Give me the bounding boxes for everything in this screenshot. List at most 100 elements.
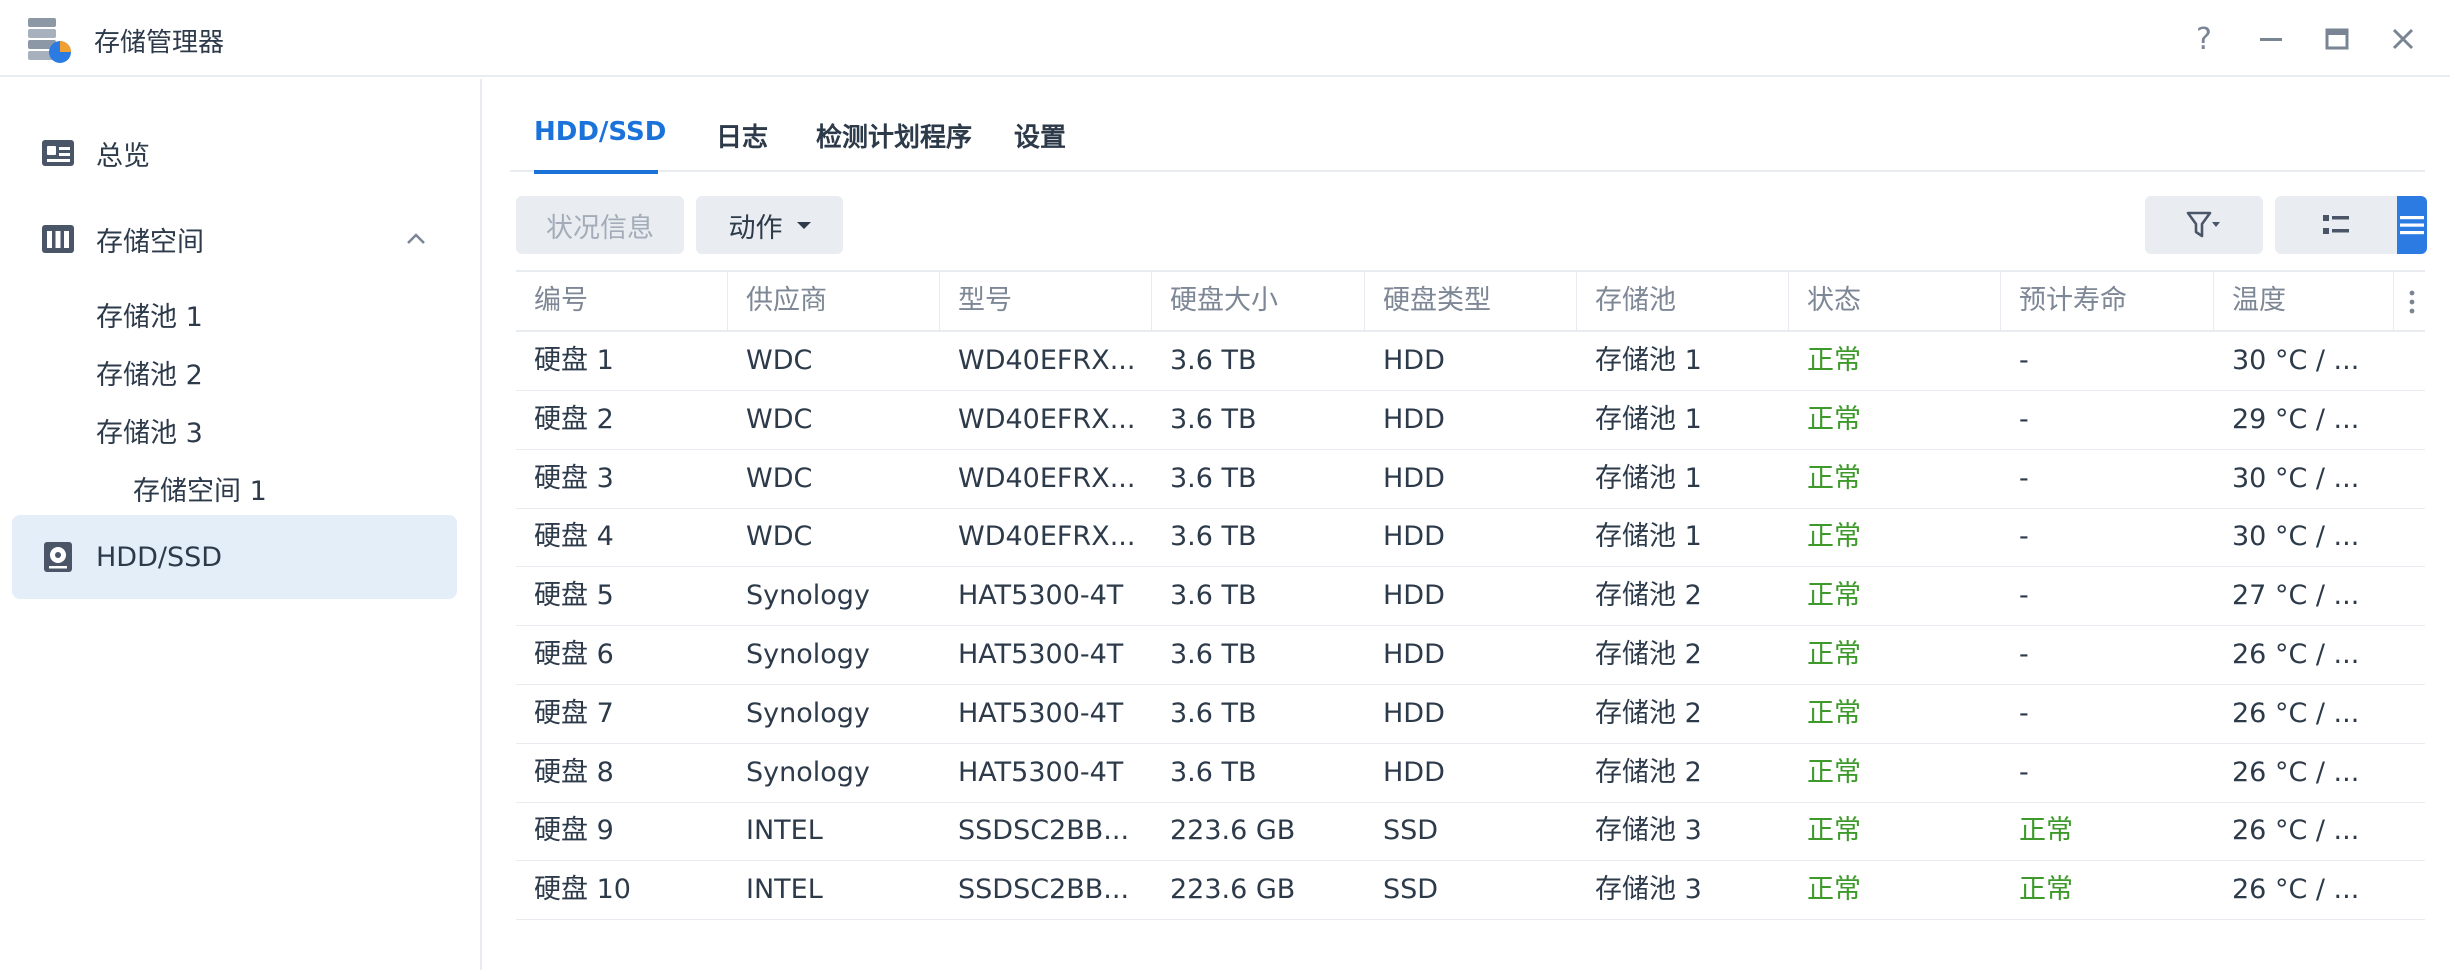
table-row[interactable]: 硬盘 6 Synology HAT5300-4T 3.6 TB HDD 存储池 2 正常 - 2… [516,626,2425,685]
cell-vendor: WDC [746,462,813,494]
cell-status: 正常 [1807,403,1861,435]
list-view-icon [2323,215,2349,234]
cell-temperature: 30 °C / ... [2232,521,2360,553]
cell-lifespan: - [2019,403,2029,435]
cell-lifespan: - [2019,756,2029,788]
cell-size: 3.6 TB [1170,580,1257,612]
sidebar-item-overview[interactable]: 总览 [12,111,457,195]
cell-size: 223.6 GB [1170,815,1296,847]
cell-size: 3.6 TB [1170,756,1257,788]
cell-id: 硬盘 1 [534,345,614,376]
cell-size: 3.6 TB [1170,462,1257,494]
column-header-id[interactable]: 编号 [516,272,728,330]
cell-temperature: 26 °C / ... [2232,756,2360,788]
maximize-icon[interactable] [2316,18,2358,60]
cell-lifespan: - [2019,345,2029,376]
column-header-lifespan[interactable]: 预计寿命 [2001,272,2214,330]
cell-vendor: WDC [746,345,813,376]
cell-model: SSDSC2BB... [958,815,1130,847]
sidebar-item-label: 存储空间 [96,226,204,258]
cell-vendor: Synology [746,639,870,670]
help-icon[interactable]: ? [2183,18,2225,60]
sidebar-item-hdd-ssd[interactable]: HDD/SSD [12,515,457,599]
column-header-vendor[interactable]: 供应商 [728,272,940,330]
table-row[interactable]: 硬盘 8 Synology HAT5300-4T 3.6 TB HDD 存储池 2 正常 - 2… [516,744,2425,803]
table-row[interactable]: 硬盘 10 INTEL SSDSC2BB... 223.6 GB SSD 存储池 3 正常 正… [516,861,2425,921]
cell-pool: 存储池 1 [1595,521,1702,553]
cell-temperature: 27 °C / ... [2232,580,2360,612]
cell-temperature: 30 °C / ... [2232,345,2360,376]
cell-model: WD40EFRX... [958,521,1136,553]
cell-status: 正常 [1807,639,1861,670]
cell-lifespan: 正常 [2019,874,2073,906]
cell-vendor: WDC [746,403,813,435]
cell-id: 硬盘 2 [534,403,614,435]
cell-type: SSD [1383,874,1439,906]
tab-settings[interactable]: 设置 [1014,117,1066,154]
column-header-status[interactable]: 状态 [1789,272,2001,330]
cell-type: HDD [1383,345,1445,376]
table-row[interactable]: 硬盘 2 WDC WD40EFRX... 3.6 TB HDD 存储池 1 正常 - 29 °C… [516,391,2425,450]
cell-type: HDD [1383,521,1445,553]
cell-pool: 存储池 1 [1595,403,1702,435]
cell-status: 正常 [1807,815,1861,847]
sidebar-item-pool-2[interactable]: 存储池 2 [96,353,203,392]
minimize-icon[interactable] [2250,18,2292,60]
list-view-button[interactable] [2275,196,2397,254]
table-view-button[interactable] [2397,196,2427,254]
chevron-up-icon[interactable] [402,225,430,253]
close-icon[interactable] [2382,18,2424,60]
column-header-pool[interactable]: 存储池 [1577,272,1789,330]
cell-vendor: Synology [746,756,870,788]
sidebar-item-pool-3[interactable]: 存储池 3 [96,411,203,450]
table-row[interactable]: 硬盘 1 WDC WD40EFRX... 3.6 TB HDD 存储池 1 正常 - 30 °C… [516,332,2425,391]
storage-manager-app-icon [28,18,71,63]
cell-pool: 存储池 1 [1595,345,1702,376]
action-button[interactable]: 动作 [696,196,843,254]
table-row[interactable]: 硬盘 4 WDC WD40EFRX... 3.6 TB HDD 存储池 1 正常 - 30 °C… [516,508,2425,568]
action-button-label: 动作 [728,212,783,244]
table-row[interactable]: 硬盘 7 Synology HAT5300-4T 3.6 TB HDD 存储池 2 正常 - 2… [516,685,2425,744]
cell-status: 正常 [1807,697,1861,729]
cell-lifespan: - [2019,521,2029,553]
table-row[interactable]: 硬盘 9 INTEL SSDSC2BB... 223.6 GB SSD 存储池 3 正常 正常… [516,802,2425,862]
column-header-size[interactable]: 硬盘大小 [1152,272,1365,330]
cell-pool: 存储池 3 [1595,815,1702,847]
tab-log[interactable]: 日志 [716,117,768,154]
cell-id: 硬盘 8 [534,756,614,788]
storage-icon [42,225,74,253]
cell-size: 3.6 TB [1170,521,1257,553]
column-header-model[interactable]: 型号 [940,272,1152,330]
cell-temperature: 26 °C / ... [2232,697,2360,729]
tab-test-scheduler[interactable]: 检测计划程序 [816,117,972,154]
cell-status: 正常 [1807,345,1861,376]
cell-model: WD40EFRX... [958,403,1136,435]
cell-size: 3.6 TB [1170,345,1257,376]
cell-size: 223.6 GB [1170,874,1296,906]
title-bar: 存储管理器 ? [0,0,2450,77]
caret-down-icon [796,221,811,229]
filter-button[interactable] [2145,196,2263,254]
column-header-type[interactable]: 硬盘类型 [1365,272,1577,330]
cell-vendor: WDC [746,521,813,553]
tab-hdd-ssd[interactable]: HDD/SSD [534,117,666,147]
cell-pool: 存储池 2 [1595,697,1702,729]
cell-vendor: Synology [746,697,870,729]
cell-vendor: INTEL [746,874,823,906]
column-header-temperature[interactable]: 温度 [2214,272,2394,330]
cell-id: 硬盘 7 [534,697,614,729]
sidebar-item-storage[interactable]: 存储空间 [12,197,457,281]
sidebar-item-volume-1[interactable]: 存储空间 1 [133,469,267,508]
more-vertical-icon[interactable] [2402,284,2422,320]
cell-model: SSDSC2BB... [958,874,1130,906]
sidebar-item-pool-1[interactable]: 存储池 1 [96,295,203,334]
cell-size: 3.6 TB [1170,697,1257,729]
table-row[interactable]: 硬盘 5 Synology HAT5300-4T 3.6 TB HDD 存储池 2 正常 - 2… [516,567,2425,627]
cell-temperature: 30 °C / ... [2232,462,2360,494]
status-info-button[interactable]: 状况信息 [516,196,684,254]
table-row[interactable]: 硬盘 3 WDC WD40EFRX... 3.6 TB HDD 存储池 1 正常 - 30 °C… [516,450,2425,509]
cell-status: 正常 [1807,874,1861,906]
overview-icon [42,140,74,166]
sidebar-item-label: 总览 [96,140,150,172]
cell-pool: 存储池 1 [1595,462,1702,494]
